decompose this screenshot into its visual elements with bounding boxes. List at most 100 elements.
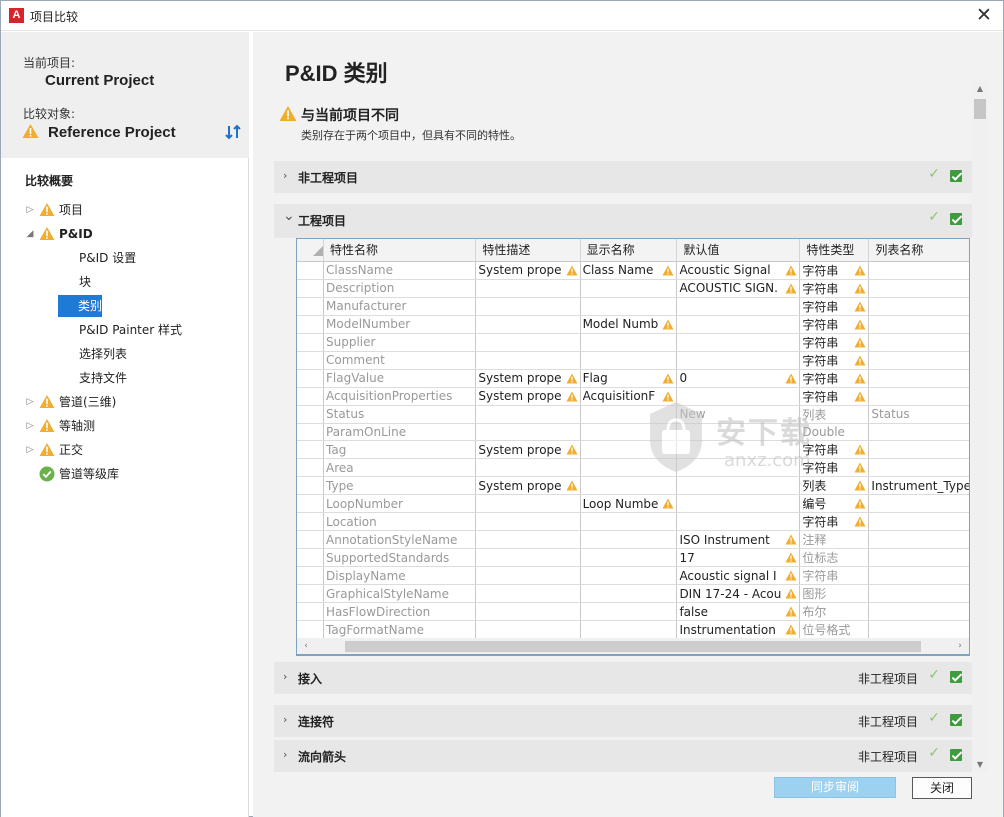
- cell-list-name[interactable]: [868, 315, 969, 334]
- column-header-list-name[interactable]: 列表名称: [868, 239, 969, 262]
- cell-description[interactable]: System prope: [475, 476, 581, 496]
- row-header-cell[interactable]: [297, 584, 324, 604]
- cell-default-value[interactable]: 0: [676, 369, 801, 388]
- cell-property-name[interactable]: Comment: [323, 351, 477, 370]
- cell-description[interactable]: [475, 530, 581, 550]
- cell-property-name[interactable]: DisplayName: [323, 566, 477, 586]
- cell-default-value[interactable]: [676, 315, 801, 334]
- tree-item[interactable]: ◢ P&ID: [25, 224, 225, 244]
- properties-grid[interactable]: 特性名称 特性描述 显示名称 默认值 特性类型 列表名称 ClassName Sy…: [296, 238, 970, 656]
- close-icon[interactable]: ✕: [971, 3, 997, 27]
- row-header-cell[interactable]: [297, 620, 324, 640]
- cell-description[interactable]: [475, 315, 581, 334]
- cell-property-type[interactable]: 字符串: [799, 566, 870, 586]
- cell-property-name[interactable]: AnnotationStyleName: [323, 530, 477, 550]
- expand-arrow-icon[interactable]: ▷: [25, 200, 35, 220]
- cell-list-name[interactable]: [868, 512, 969, 532]
- cell-description[interactable]: [475, 566, 581, 586]
- row-header-cell[interactable]: [297, 602, 324, 622]
- table-row[interactable]: Description ACOUSTIC SIGN. 字符串: [297, 279, 969, 298]
- cell-list-name[interactable]: Status: [868, 405, 969, 424]
- cell-default-value[interactable]: ACOUSTIC SIGN.: [676, 279, 801, 298]
- row-header-cell[interactable]: [297, 315, 324, 334]
- cell-property-name[interactable]: AcquisitionProperties: [323, 387, 477, 406]
- column-header-description[interactable]: 特性描述: [475, 239, 581, 262]
- column-header-property-type[interactable]: 特性类型: [799, 239, 870, 262]
- row-header-cell[interactable]: [297, 279, 324, 298]
- cell-display-name[interactable]: [580, 512, 678, 532]
- cell-list-name[interactable]: [868, 458, 969, 478]
- row-header-cell[interactable]: [297, 333, 324, 352]
- cell-description[interactable]: [475, 405, 581, 424]
- cell-display-name[interactable]: [580, 279, 678, 298]
- cell-property-name[interactable]: Location: [323, 512, 477, 532]
- cell-description[interactable]: [475, 297, 581, 316]
- row-header-cell[interactable]: [297, 297, 324, 316]
- vertical-scroll-thumb[interactable]: [974, 99, 986, 119]
- tree-subitem[interactable]: P&ID Painter 样式: [73, 319, 188, 341]
- tree-subitem[interactable]: P&ID 设置: [73, 247, 142, 269]
- tree-item[interactable]: ▷ 正交: [25, 440, 225, 460]
- cell-property-name[interactable]: ParamOnLine: [323, 423, 477, 442]
- cell-list-name[interactable]: [868, 369, 969, 388]
- tree-subitem[interactable]: 选择列表: [73, 343, 133, 365]
- table-row[interactable]: AcquisitionProperties System prope Acquisi…: [297, 387, 969, 406]
- expand-arrow-icon[interactable]: ▷: [25, 392, 35, 412]
- cell-list-name[interactable]: [868, 620, 969, 640]
- table-row[interactable]: Supplier 字符串: [297, 333, 969, 352]
- table-row[interactable]: Area 字符串: [297, 458, 969, 478]
- cell-property-type[interactable]: 图形: [799, 584, 870, 604]
- tree-subitem[interactable]: 类别: [58, 295, 102, 317]
- cell-property-name[interactable]: FlagValue: [323, 369, 477, 388]
- row-header-cell[interactable]: [297, 261, 324, 280]
- section-header[interactable]: ⌄ 工程项目 ✓: [274, 204, 972, 238]
- sync-checkbox-icon[interactable]: [950, 671, 962, 683]
- cell-display-name[interactable]: Flag: [580, 369, 678, 388]
- table-row[interactable]: ModelNumber Model Numb 字符串: [297, 315, 969, 334]
- cell-default-value[interactable]: [676, 297, 801, 316]
- cell-property-type[interactable]: 字符串: [799, 279, 870, 298]
- cell-display-name[interactable]: [580, 297, 678, 316]
- row-header-cell[interactable]: [297, 458, 324, 478]
- cell-default-value[interactable]: Acoustic Signal: [676, 261, 801, 280]
- cell-property-name[interactable]: Manufacturer: [323, 297, 477, 316]
- row-header-cell[interactable]: [297, 351, 324, 370]
- section-header[interactable]: › 接入 非工程项目 ✓: [274, 662, 972, 694]
- cell-description[interactable]: [475, 351, 581, 370]
- column-header-property-name[interactable]: 特性名称: [323, 239, 477, 262]
- cell-property-name[interactable]: Status: [323, 405, 477, 424]
- cell-property-type[interactable]: 字符串: [799, 315, 870, 334]
- cell-description[interactable]: [475, 620, 581, 640]
- cell-property-type[interactable]: 字符串: [799, 512, 870, 532]
- table-row[interactable]: LoopNumber Loop Numbe 编号: [297, 494, 969, 514]
- cell-description[interactable]: System prope: [475, 261, 581, 280]
- table-row[interactable]: Type System prope 列表 Instrument_Types: [297, 476, 969, 496]
- chevron-right-icon[interactable]: ›: [283, 748, 287, 761]
- cell-property-name[interactable]: LoopNumber: [323, 494, 477, 514]
- cell-list-name[interactable]: [868, 387, 969, 406]
- cell-property-type[interactable]: 布尔: [799, 602, 870, 622]
- expand-arrow-icon[interactable]: ▷: [25, 416, 35, 436]
- row-header-cell[interactable]: [297, 423, 324, 442]
- cell-display-name[interactable]: [580, 602, 678, 622]
- cell-description[interactable]: [475, 512, 581, 532]
- cell-list-name[interactable]: [868, 279, 969, 298]
- chevron-down-icon[interactable]: ⌄: [283, 208, 295, 224]
- tree-item[interactable]: ▷ 管道(三维): [25, 392, 225, 412]
- section-header[interactable]: › 连接符 非工程项目 ✓: [274, 705, 972, 737]
- table-row[interactable]: GraphicalStyleName DIN 17-24 - Acou 图形: [297, 584, 969, 604]
- cell-description[interactable]: System prope: [475, 440, 581, 460]
- cell-list-name[interactable]: [868, 566, 969, 586]
- cell-property-type[interactable]: 字符串: [799, 297, 870, 316]
- sync-checkbox-icon[interactable]: [950, 170, 962, 182]
- cell-display-name[interactable]: [580, 333, 678, 352]
- sync-checkbox-icon[interactable]: [950, 714, 962, 726]
- vertical-scrollbar[interactable]: [972, 82, 988, 772]
- cell-description[interactable]: [475, 602, 581, 622]
- cell-default-value[interactable]: Instrumentation: [676, 620, 801, 640]
- scroll-up-icon[interactable]: ▲: [972, 82, 988, 96]
- table-row[interactable]: HasFlowDirection false 布尔: [297, 602, 969, 622]
- row-header-cell[interactable]: [297, 566, 324, 586]
- cell-property-name[interactable]: Area: [323, 458, 477, 478]
- cell-list-name[interactable]: [868, 584, 969, 604]
